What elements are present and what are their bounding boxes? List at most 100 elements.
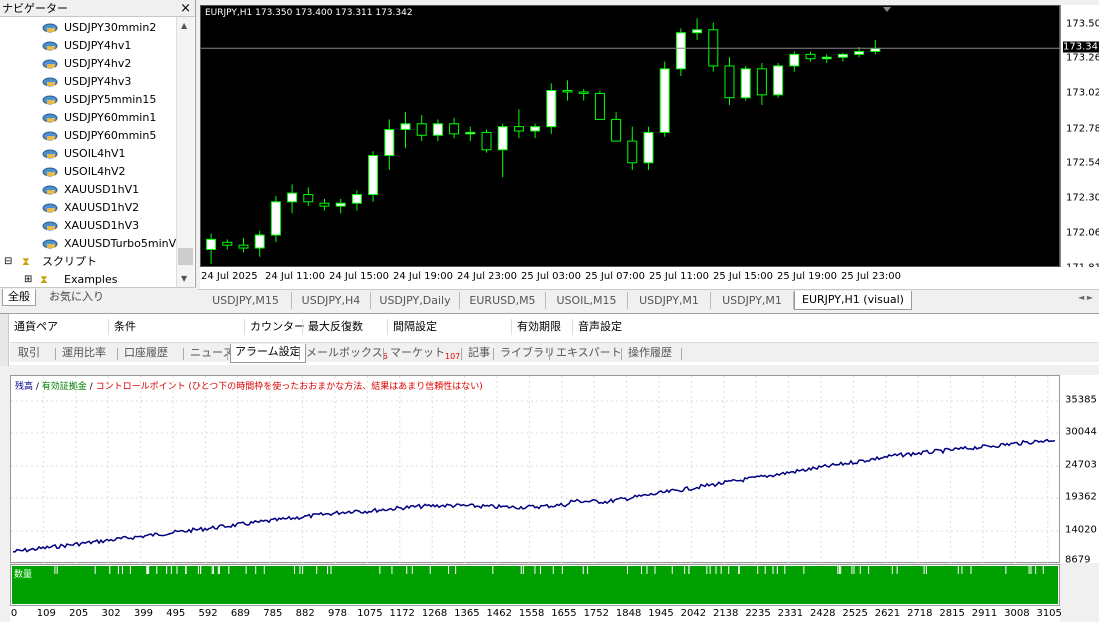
column-header[interactable]: 条件	[114, 319, 136, 335]
expert-icon	[42, 130, 59, 142]
report-x-label: 109	[36, 608, 56, 619]
navigator-item-label: USDJPY4hv3	[64, 75, 132, 88]
report-x-label: 302	[101, 608, 121, 619]
chart-tab[interactable]: USDJPY,M1	[628, 292, 711, 309]
navigator-item[interactable]: USDJPY30mmin2	[0, 19, 176, 37]
navigator-item[interactable]: XAUUSD1hV1	[0, 181, 176, 199]
expert-icon	[42, 76, 59, 88]
candle-body	[270, 201, 281, 236]
navigator-item-label: XAUUSD1hV3	[64, 219, 140, 232]
navigator-item[interactable]: USDJPY4hv1	[0, 37, 176, 55]
volume-chart: 数量	[10, 564, 1060, 606]
navigator-item[interactable]: USOIL4hV1	[0, 145, 176, 163]
column-separator	[108, 319, 109, 335]
navigator-scrollbar[interactable]: ▲ ▼	[176, 17, 194, 287]
terminal-panel: 通貨ペア 条件 カウンター 最大反復数 間隔設定 有効期限 音声設定 取引 運用比率 口座履歴ニ…	[0, 313, 1099, 366]
expert-icon	[42, 238, 59, 250]
terminal-tab[interactable]: 口座履歴	[120, 345, 172, 362]
candle-body	[465, 131, 476, 135]
navigator-item[interactable]: USOIL4hV2	[0, 163, 176, 181]
chart-tab[interactable]: EURJPY,H1 (visual)	[794, 291, 912, 310]
navigator-item-label: USDJPY30mmin2	[64, 21, 157, 34]
navigator-item[interactable]: USDJPY60mmin5	[0, 127, 176, 145]
terminal-tab[interactable]: 運用比率	[58, 345, 110, 362]
terminal-tab[interactable]: 記事	[464, 345, 494, 362]
scroll-thumb[interactable]	[178, 248, 193, 265]
balance-line	[12, 438, 1056, 553]
time-label: 25 Jul 03:00	[521, 271, 581, 282]
terminal-tab[interactable]: エキスパート	[552, 345, 626, 362]
tab-separator	[493, 348, 494, 360]
report-x-label: 2235	[745, 608, 771, 619]
chart-tab[interactable]: USDJPY,Daily	[371, 292, 460, 309]
chart-tab[interactable]: USOIL,M15	[546, 292, 628, 309]
time-label: 25 Jul 15:00	[713, 271, 773, 282]
time-label: 24 Jul 11:00	[265, 271, 325, 282]
collapse-icon[interactable]: ⊟	[4, 253, 12, 271]
time-label: 25 Jul 11:00	[649, 271, 709, 282]
navigator-item[interactable]: XAUUSD1hV3	[0, 217, 176, 235]
candle-body	[530, 126, 541, 132]
price-label: 173.025	[1066, 87, 1099, 99]
chart-tab[interactable]: USDJPY,M15	[200, 292, 292, 309]
scripts-label: スクリプト	[42, 255, 97, 268]
scroll-down-icon[interactable]: ▼	[181, 274, 187, 283]
column-header[interactable]: 最大反復数	[308, 319, 363, 335]
candle-body	[497, 126, 508, 151]
column-header[interactable]: 音声設定	[578, 319, 622, 335]
candle-body	[756, 68, 767, 96]
current-price-label: 173.342	[1063, 41, 1099, 53]
tab-all[interactable]: 全般	[2, 289, 36, 306]
scroll-up-icon[interactable]: ▲	[181, 21, 187, 30]
tab-label: 操作履歴	[628, 346, 672, 359]
terminal-tab[interactable]: 取引	[14, 345, 44, 362]
candle-body	[789, 53, 800, 67]
candle-body	[384, 129, 395, 157]
price-chart[interactable]: EURJPY,H1 173.350 173.400 173.311 173.34…	[200, 5, 1061, 267]
candle-body	[416, 123, 427, 136]
tab-scroll-icon[interactable]: ◄ ►	[1078, 293, 1093, 302]
terminal-tab[interactable]: マーケット107	[386, 345, 464, 362]
candle-body	[432, 123, 443, 136]
column-header[interactable]: カウンター	[250, 319, 305, 335]
navigator-item[interactable]: XAUUSDTurbo5minV	[0, 235, 176, 253]
report-x-label: 1268	[421, 608, 448, 619]
balance-plot	[11, 376, 1061, 564]
time-axis: 24 Jul 2025 24 Jul 11:00 24 Jul 15:00 24 Ju…	[200, 267, 1099, 289]
report-x-label: 1848	[615, 608, 642, 619]
navigator-scripts[interactable]: ⊟ ⧗ スクリプト	[0, 253, 176, 271]
expand-icon[interactable]: ⊞	[24, 271, 32, 287]
candle-body	[627, 140, 638, 164]
terminal-tab[interactable]: メールボックス6	[302, 345, 392, 362]
tab-favorites[interactable]: お気に入り	[44, 289, 109, 306]
navigator-item-label: XAUUSD1hV2	[64, 201, 140, 214]
expert-icon	[42, 202, 59, 214]
navigator-examples[interactable]: ⊞ ⧗ Examples	[0, 271, 176, 287]
tab-label: 口座履歴	[124, 346, 168, 359]
report-x-label: 495	[166, 608, 186, 619]
terminal-tab[interactable]: アラーム設定	[230, 344, 306, 363]
chart-tab[interactable]: USDJPY,H4	[292, 292, 371, 309]
close-icon[interactable]: ×	[180, 0, 191, 17]
candle-body	[675, 32, 686, 70]
candlestick-plot	[201, 7, 1061, 264]
report-x-label: 2138	[712, 608, 739, 619]
terminal-tab[interactable]: 操作履歴	[624, 345, 676, 362]
navigator-item-label: USDJPY60mmin1	[64, 111, 157, 124]
column-header[interactable]: 間隔設定	[393, 319, 437, 335]
navigator-item[interactable]: USDJPY60mmin1	[0, 109, 176, 127]
report-x-label: 3105	[1036, 608, 1062, 619]
time-label: 24 Jul 2025	[201, 271, 258, 282]
navigator-item[interactable]: XAUUSD1hV2	[0, 199, 176, 217]
shift-marker-icon[interactable]	[883, 7, 891, 12]
column-header[interactable]: 通貨ペア	[14, 319, 58, 335]
navigator-item-label: USDJPY5mmin15	[64, 93, 157, 106]
column-header[interactable]: 有効期限	[517, 319, 561, 335]
navigator-item[interactable]: USDJPY5mmin15	[0, 91, 176, 109]
navigator-item-label: XAUUSD1hV1	[64, 183, 140, 196]
navigator-item[interactable]: USDJPY4hv2	[0, 55, 176, 73]
chart-tab[interactable]: USDJPY,M1	[711, 292, 794, 309]
candle-body	[611, 118, 622, 142]
navigator-item[interactable]: USDJPY4hv3	[0, 73, 176, 91]
chart-tab[interactable]: EURUSD,M5	[460, 292, 546, 309]
